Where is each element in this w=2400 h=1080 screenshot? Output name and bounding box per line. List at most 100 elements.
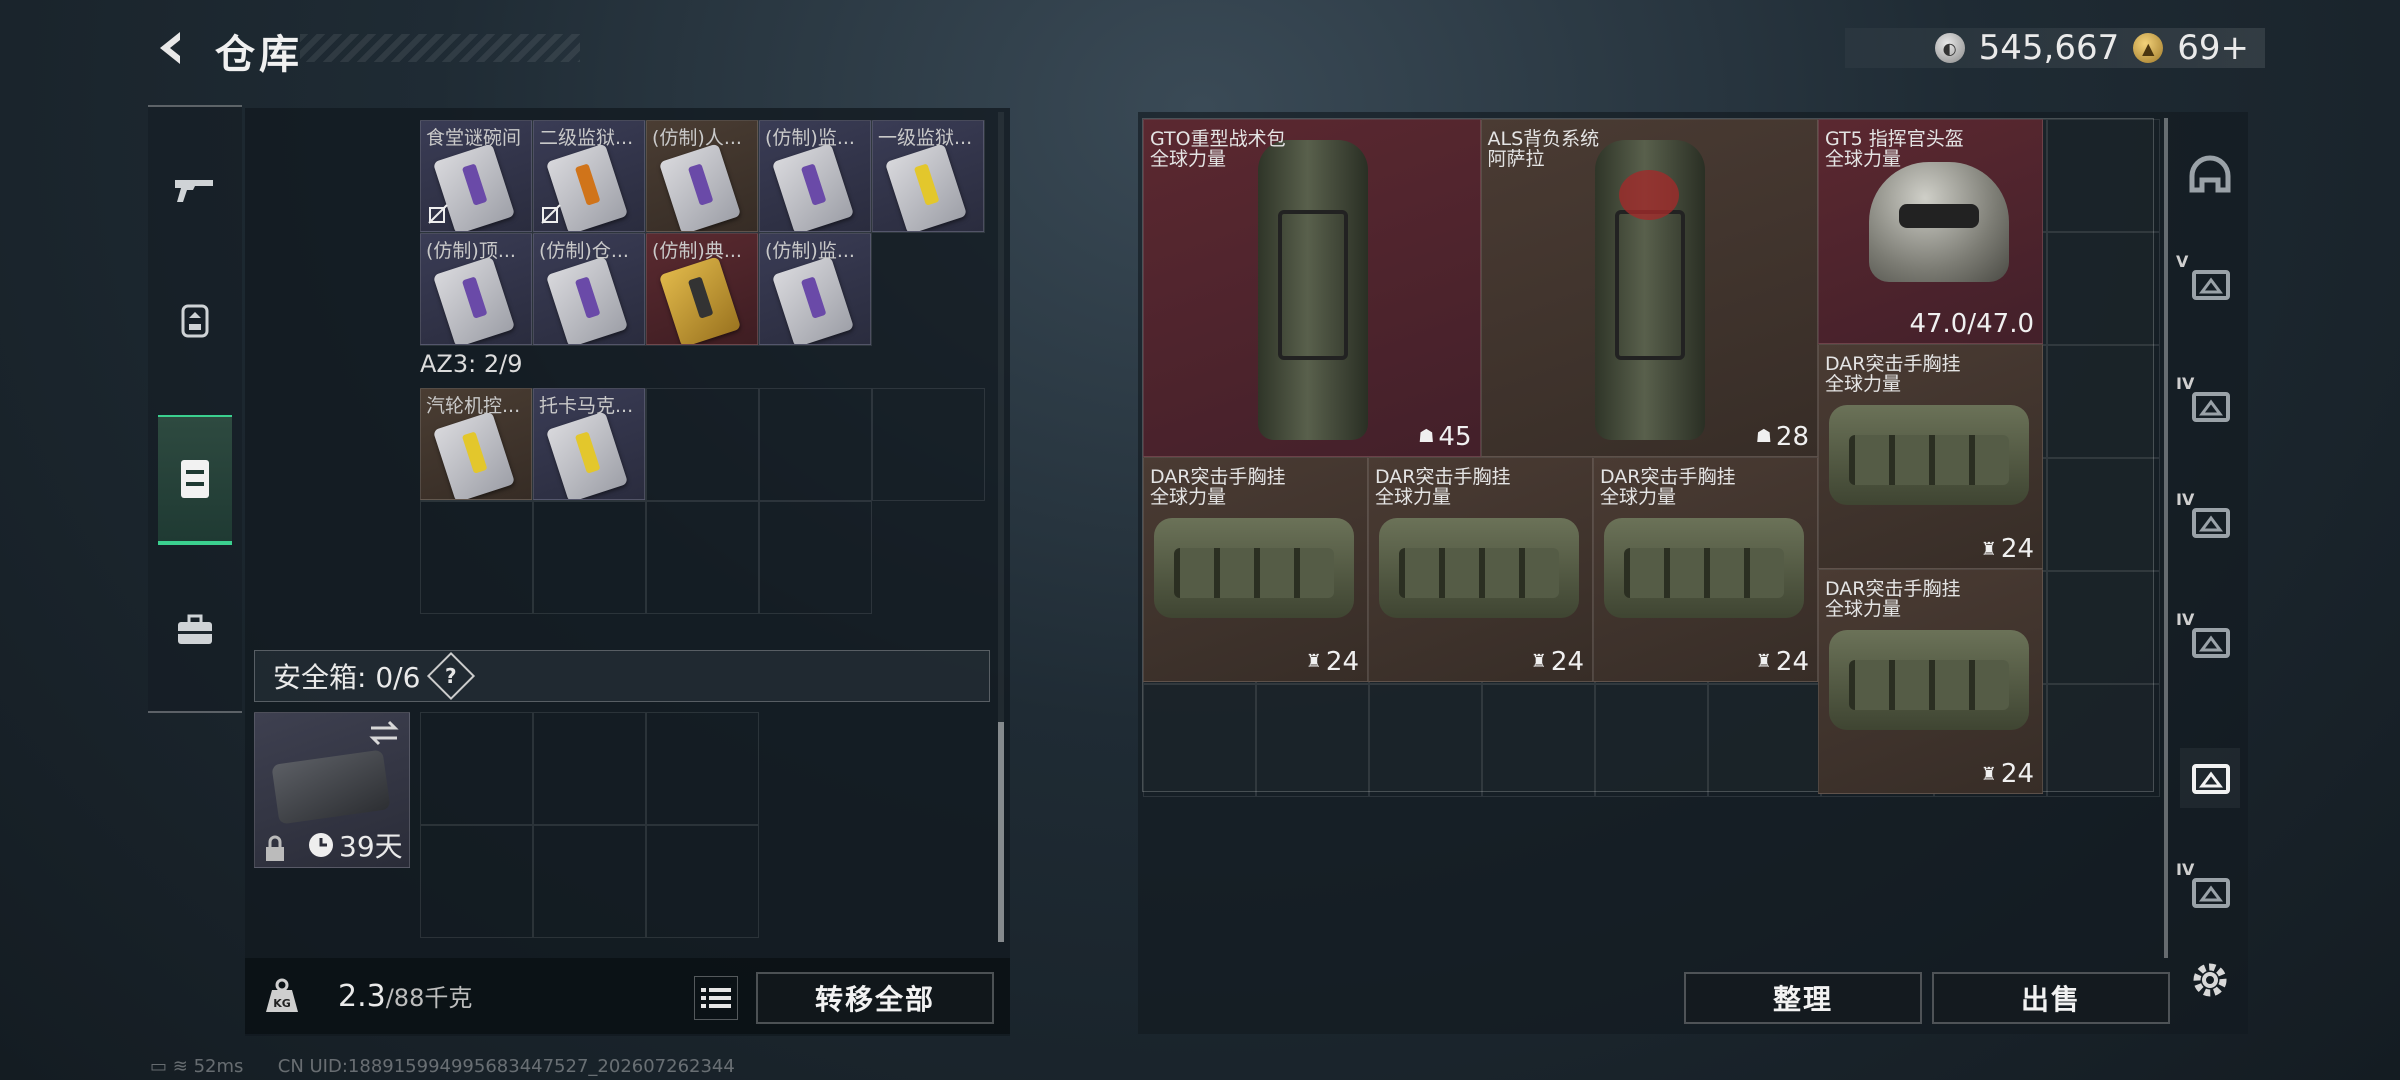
inventory-item[interactable]: (仿制)仓...: [533, 233, 645, 345]
stash-item[interactable]: GT5 指挥官头盔 全球力量 47.0/47.0: [1818, 119, 2043, 344]
keycard-chip: [574, 276, 601, 319]
stash-item[interactable]: DAR突击手胸挂 全球力量 ♜ 24: [1818, 344, 2043, 569]
chest-rig-image: [1379, 517, 1579, 618]
list-view-button[interactable]: [694, 976, 738, 1020]
grid-slot[interactable]: [646, 501, 759, 614]
slots-icon: ♜: [1980, 538, 1997, 560]
inventory-item[interactable]: (仿制)人...: [646, 120, 758, 232]
keycard-chip: [687, 276, 714, 319]
tab-cases[interactable]: [158, 565, 232, 695]
clock-icon: [309, 833, 333, 857]
inventory-item[interactable]: 食堂谜碗间: [420, 120, 532, 232]
grid-slot[interactable]: [420, 501, 533, 614]
container-2-label: AZ3: 2/9: [420, 350, 523, 378]
grid-slot[interactable]: [420, 712, 533, 825]
sell-button[interactable]: 出售: [1932, 972, 2170, 1024]
settings-button[interactable]: [2180, 950, 2240, 1010]
slots-icon: ♜: [1980, 763, 1997, 785]
filter-tab[interactable]: IV: [2176, 374, 2240, 436]
safebox-item[interactable]: 39天: [254, 712, 410, 868]
chest-rig-image: [1154, 517, 1354, 618]
grid-slot[interactable]: [533, 712, 646, 825]
inventory-item[interactable]: (仿制)监...: [759, 233, 871, 345]
inventory-item[interactable]: 二级监狱...: [533, 120, 645, 232]
grid-slot[interactable]: [646, 712, 759, 825]
grid-slot[interactable]: [759, 388, 872, 501]
grid-slot[interactable]: [1256, 684, 1369, 797]
filter-tab[interactable]: IV: [2176, 490, 2240, 552]
item-label: (仿制)人...: [652, 127, 742, 149]
stash-item[interactable]: DAR突击手胸挂 全球力量 ♜ 24: [1593, 456, 1818, 682]
list-icon: [701, 988, 731, 1008]
container-2-grid: 汽轮机控... 托卡马克...: [420, 388, 985, 614]
inventory-item[interactable]: 汽轮机控...: [420, 388, 532, 500]
inventory-item[interactable]: (仿制)监...: [759, 120, 871, 232]
grid-slot[interactable]: [420, 825, 533, 938]
grid-slot[interactable]: [2047, 232, 2160, 345]
stash-item[interactable]: DAR突击手胸挂 全球力量 ♜ 24: [1368, 456, 1593, 682]
filter-tab[interactable]: IV: [2176, 860, 2240, 922]
backpack-image: [1257, 140, 1368, 440]
stash-item[interactable]: DAR突击手胸挂 全球力量 ♜ 24: [1818, 569, 2043, 794]
swap-icon[interactable]: [367, 719, 401, 747]
item-stat: ☗ 28: [1756, 422, 1809, 452]
backpack-strap: [1277, 210, 1348, 360]
grid-slot[interactable]: [2047, 345, 2160, 458]
safebox-case-image: [271, 749, 391, 825]
item-stat: ♜ 24: [1981, 534, 2034, 564]
item-stat-value: 24: [1325, 646, 1359, 677]
item-stat-value: 24: [2000, 759, 2034, 789]
help-button[interactable]: ?: [427, 651, 476, 701]
inventory-item[interactable]: (仿制)典...: [646, 233, 758, 345]
back-button[interactable]: [150, 26, 194, 70]
grid-slot[interactable]: [1143, 684, 1256, 797]
grid-slot[interactable]: [759, 501, 872, 614]
grid-slot[interactable]: [646, 825, 759, 938]
grid-slot[interactable]: [2047, 684, 2160, 797]
grid-slot[interactable]: [1595, 684, 1708, 797]
filter-tab[interactable]: [2180, 748, 2240, 808]
grid-slot[interactable]: [533, 501, 646, 614]
grid-slot[interactable]: [2047, 571, 2160, 684]
tab-backpacks[interactable]: [158, 255, 232, 385]
stash-item[interactable]: GTO重型战术包 全球力量 ☗ 45: [1143, 119, 1481, 457]
container-1-grid: 食堂谜碗间 二级监狱... (仿制)人... (仿制)监... 一级监狱... (仿制)顶…: [420, 120, 985, 346]
filter-tab[interactable]: V: [2176, 252, 2240, 314]
item-faction: 全球力量: [1825, 373, 1902, 395]
kg-weight-icon: KG: [266, 978, 298, 1012]
grid-slot[interactable]: [2047, 119, 2160, 232]
grid-slot[interactable]: [1369, 684, 1482, 797]
stash-item[interactable]: ALS背负系统 阿萨拉 ☗ 28: [1480, 119, 1818, 457]
grid-slot[interactable]: [1708, 684, 1821, 797]
item-stat: ♜ 24: [1306, 647, 1359, 677]
transfer-all-button[interactable]: 转移全部: [756, 972, 994, 1024]
slots-icon: ♜: [1305, 651, 1322, 672]
filter-tab[interactable]: [2180, 146, 2240, 206]
item-stat-value: 47.0/47.0: [1909, 309, 2034, 339]
backpack-image: [1595, 140, 1706, 440]
item-faction: 全球力量: [1375, 485, 1452, 508]
tab-weapons[interactable]: [158, 125, 232, 255]
keycard-image: [771, 256, 855, 344]
grid-slot[interactable]: [2047, 458, 2160, 571]
inventory-scroll-thumb[interactable]: [998, 722, 1004, 942]
tab-chest-rigs[interactable]: [158, 415, 232, 545]
organize-button[interactable]: 整理: [1684, 972, 1922, 1024]
inventory-item[interactable]: (仿制)顶...: [420, 233, 532, 345]
grid-slot[interactable]: [1482, 684, 1595, 797]
gold-coin-icon: ▲: [2133, 33, 2164, 63]
grid-slot[interactable]: [533, 825, 646, 938]
keycard-chip: [461, 163, 488, 206]
item-faction: 全球力量: [1150, 148, 1227, 170]
keycard-image: [884, 143, 968, 231]
filter-tab[interactable]: IV: [2176, 610, 2240, 672]
chest-rig-image: [1829, 630, 2029, 730]
grid-slot[interactable]: [872, 388, 985, 501]
weight-current: 2.3: [338, 979, 386, 1014]
item-stat: ♜ 24: [1756, 647, 1809, 677]
stash-item[interactable]: DAR突击手胸挂 全球力量 ♜ 24: [1143, 456, 1368, 682]
inventory-item[interactable]: 托卡马克...: [533, 388, 645, 500]
grid-slot[interactable]: [646, 388, 759, 501]
inventory-item[interactable]: 一级监狱...: [872, 120, 984, 232]
gold-coin-value[interactable]: 69+: [2177, 28, 2249, 68]
